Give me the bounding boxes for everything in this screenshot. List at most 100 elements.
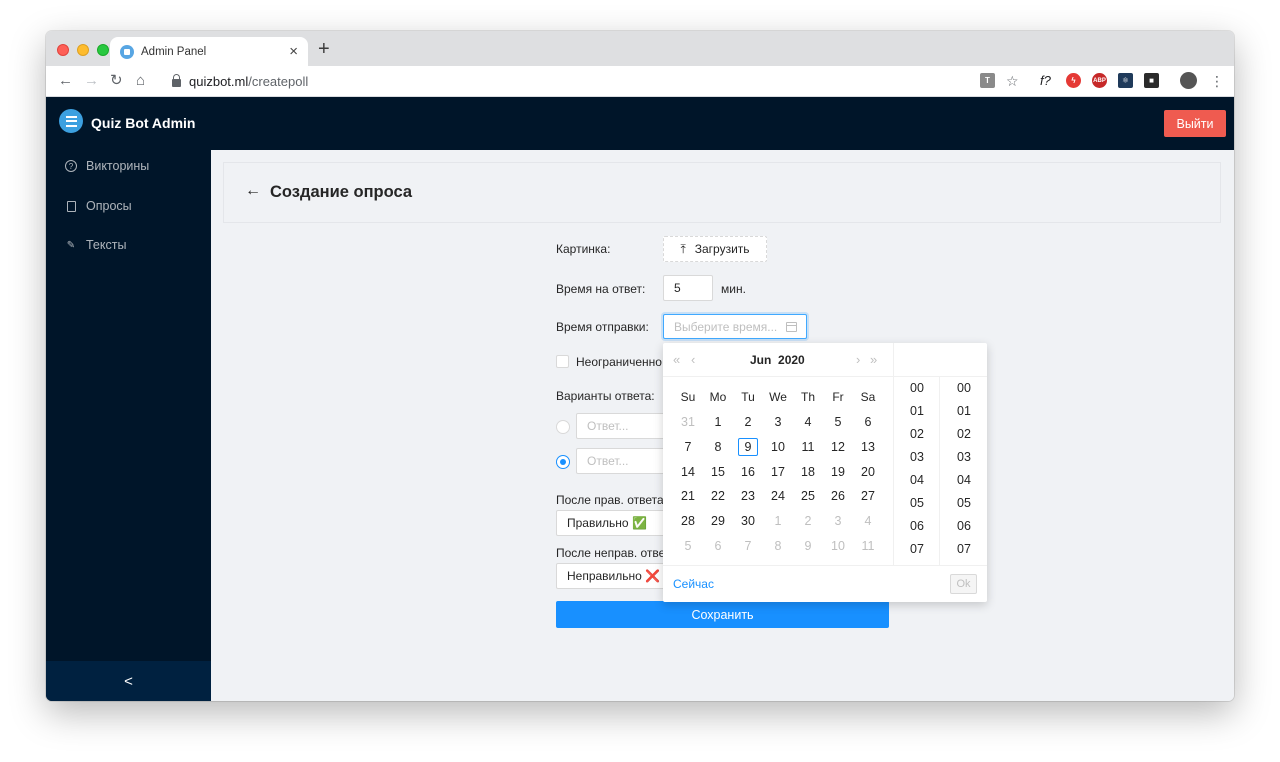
next-year-icon[interactable]: »: [870, 352, 877, 367]
address-bar[interactable]: quizbot.ml/createpoll: [162, 69, 962, 94]
prev-year-icon[interactable]: «: [673, 352, 680, 367]
calendar-day[interactable]: 8: [763, 537, 793, 555]
next-month-icon[interactable]: ›: [856, 352, 860, 367]
calendar-day[interactable]: 14: [673, 463, 703, 481]
calendar-day[interactable]: 11: [793, 438, 823, 456]
back-nav-icon[interactable]: ←: [58, 72, 73, 90]
hour-option[interactable]: 06: [894, 519, 940, 533]
calendar-day[interactable]: 1: [703, 413, 733, 431]
reload-icon[interactable]: ↻: [110, 72, 123, 90]
cube-extension-icon[interactable]: ■: [1144, 73, 1159, 88]
hour-option[interactable]: 00: [894, 381, 940, 395]
new-tab-button[interactable]: +: [318, 39, 330, 59]
calendar-day[interactable]: 2: [793, 512, 823, 530]
back-arrow-icon[interactable]: ←: [245, 182, 261, 200]
close-window-button[interactable]: [57, 44, 69, 56]
calendar-day[interactable]: 7: [733, 537, 763, 555]
tab-close-icon[interactable]: ×: [289, 44, 298, 59]
sidebar-collapse-button[interactable]: <: [46, 661, 211, 701]
calendar-day[interactable]: 4: [853, 512, 883, 530]
calendar-day[interactable]: 7: [673, 438, 703, 456]
home-icon[interactable]: ⌂: [136, 72, 145, 90]
option-radio-2[interactable]: [556, 455, 570, 469]
calendar-day[interactable]: 1: [763, 512, 793, 530]
adblock-extension-icon[interactable]: ABP: [1092, 73, 1107, 88]
calendar-day[interactable]: 9: [738, 437, 758, 456]
browser-tab[interactable]: Admin Panel ×: [110, 37, 308, 66]
minute-option[interactable]: 07: [941, 542, 987, 556]
calendar-day[interactable]: 8: [703, 438, 733, 456]
minute-option[interactable]: 02: [941, 427, 987, 441]
calendar-day[interactable]: 27: [853, 487, 883, 505]
minimize-window-button[interactable]: [77, 44, 89, 56]
calendar-day[interactable]: 17: [763, 463, 793, 481]
hour-option[interactable]: 05: [894, 496, 940, 510]
hour-option[interactable]: 01: [894, 404, 940, 418]
calendar-day[interactable]: 16: [733, 463, 763, 481]
calendar-day[interactable]: 3: [823, 512, 853, 530]
calendar-day[interactable]: 31: [673, 413, 703, 431]
hour-option[interactable]: 04: [894, 473, 940, 487]
calendar-day[interactable]: 24: [763, 487, 793, 505]
lightning-extension-icon[interactable]: ϟ: [1066, 73, 1081, 88]
minute-option[interactable]: 03: [941, 450, 987, 464]
calendar-day[interactable]: 30: [733, 512, 763, 530]
after-wrong-input[interactable]: Неправильно ❌: [556, 563, 666, 589]
react-extension-icon[interactable]: ⚛: [1118, 73, 1133, 88]
minute-option[interactable]: 01: [941, 404, 987, 418]
minute-option[interactable]: 05: [941, 496, 987, 510]
profile-avatar[interactable]: [1180, 72, 1197, 89]
calendar-day[interactable]: 6: [703, 537, 733, 555]
hour-option[interactable]: 02: [894, 427, 940, 441]
calendar-day[interactable]: 19: [823, 463, 853, 481]
unlimited-checkbox[interactable]: [556, 355, 569, 368]
prev-month-icon[interactable]: ‹: [691, 352, 695, 367]
minute-option[interactable]: 04: [941, 473, 987, 487]
sidebar-item-polls[interactable]: Опросы: [65, 196, 132, 216]
maximize-window-button[interactable]: [97, 44, 109, 56]
calendar-day[interactable]: 3: [763, 413, 793, 431]
calendar-day[interactable]: 13: [853, 438, 883, 456]
logout-button[interactable]: Выйти: [1164, 110, 1226, 137]
calendar-year[interactable]: 2020: [778, 353, 805, 367]
upload-button[interactable]: ⤒ Загрузить: [663, 236, 767, 262]
calendar-day[interactable]: 26: [823, 487, 853, 505]
sidebar-item-quizzes[interactable]: ? Викторины: [65, 156, 149, 176]
calendar-day[interactable]: 21: [673, 487, 703, 505]
answer-time-input[interactable]: 5: [663, 275, 713, 301]
calendar-month-year[interactable]: Jun 2020: [750, 353, 805, 367]
calendar-day[interactable]: 18: [793, 463, 823, 481]
sidebar-item-texts[interactable]: ✎ Тексты: [65, 235, 127, 255]
calendar-day[interactable]: 22: [703, 487, 733, 505]
ok-button[interactable]: Ok: [950, 574, 977, 594]
browser-menu-icon[interactable]: ⋮: [1210, 72, 1224, 90]
save-button[interactable]: Сохранить: [556, 601, 889, 628]
formula-extension-icon[interactable]: f?: [1040, 72, 1051, 90]
bookmark-star-icon[interactable]: ☆: [1006, 72, 1019, 90]
calendar-day[interactable]: 6: [853, 413, 883, 431]
minute-option[interactable]: 00: [941, 381, 987, 395]
after-correct-input[interactable]: Правильно ✅: [556, 510, 666, 536]
calendar-day[interactable]: 23: [733, 487, 763, 505]
send-time-picker[interactable]: Выберите время...: [663, 314, 807, 339]
calendar-day[interactable]: 10: [763, 438, 793, 456]
calendar-day[interactable]: 10: [823, 537, 853, 555]
calendar-day[interactable]: 15: [703, 463, 733, 481]
calendar-day[interactable]: 4: [793, 413, 823, 431]
option-radio-1[interactable]: [556, 420, 570, 434]
calendar-day[interactable]: 2: [733, 413, 763, 431]
calendar-day[interactable]: 29: [703, 512, 733, 530]
hour-option[interactable]: 07: [894, 542, 940, 556]
calendar-day[interactable]: 28: [673, 512, 703, 530]
calendar-month[interactable]: Jun: [750, 353, 771, 367]
calendar-day[interactable]: 12: [823, 438, 853, 456]
forward-nav-icon[interactable]: →: [84, 72, 99, 90]
minute-option[interactable]: 06: [941, 519, 987, 533]
hour-option[interactable]: 03: [894, 450, 940, 464]
translate-icon[interactable]: T: [980, 73, 995, 88]
calendar-day[interactable]: 9: [793, 537, 823, 555]
option-input-1[interactable]: Ответ...: [576, 413, 666, 439]
calendar-day[interactable]: 5: [673, 537, 703, 555]
calendar-day[interactable]: 25: [793, 487, 823, 505]
calendar-day[interactable]: 11: [853, 537, 883, 555]
